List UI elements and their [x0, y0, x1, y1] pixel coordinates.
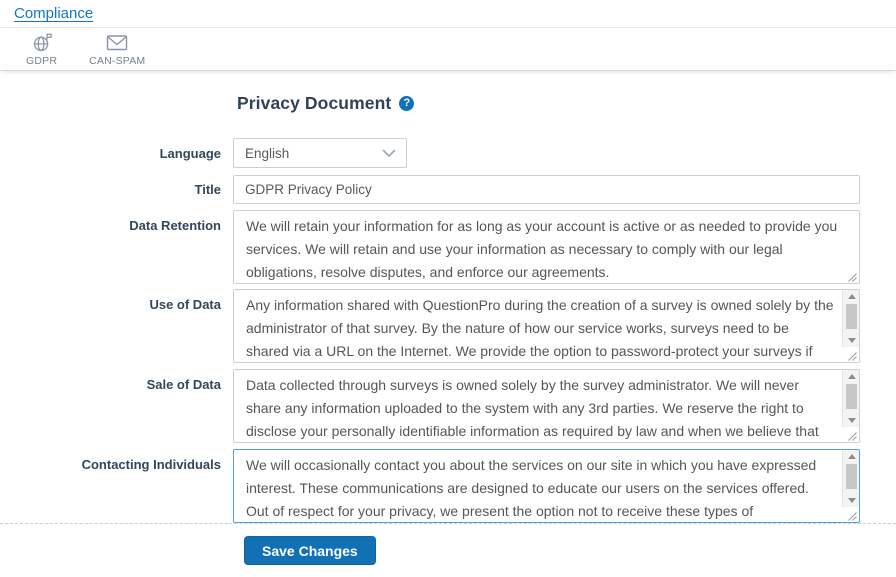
sale-of-data-textarea[interactable]: Data collected through surveys is owned …	[233, 369, 860, 443]
privacy-document-panel: Privacy Document ? Language English Titl…	[0, 92, 896, 565]
scroll-up-arrow-icon[interactable]	[843, 290, 860, 303]
breadcrumb-compliance-link[interactable]: Compliance	[14, 5, 93, 22]
compliance-toolbar: GDPR CAN-SPAM	[0, 28, 896, 71]
resize-handle-icon[interactable]	[846, 349, 858, 361]
scrollbar[interactable]	[842, 450, 859, 507]
data-retention-textarea[interactable]: We will retain your information for as l…	[233, 210, 860, 284]
sale-of-data-label: Sale of Data	[0, 369, 233, 443]
chevron-down-icon	[382, 149, 396, 158]
scrollbar-thumb[interactable]	[846, 464, 857, 489]
contacting-individuals-textarea[interactable]: We will occasionally contact you about t…	[233, 449, 860, 523]
scrollbar[interactable]	[842, 370, 859, 427]
resize-handle-icon[interactable]	[846, 509, 858, 521]
scroll-down-arrow-icon[interactable]	[843, 414, 860, 427]
use-of-data-text: Any information shared with QuestionPro …	[234, 290, 859, 362]
tab-gdpr-label: GDPR	[26, 55, 57, 67]
breadcrumb: Compliance	[0, 0, 896, 28]
scroll-down-arrow-icon[interactable]	[843, 334, 860, 347]
gdpr-icon	[31, 32, 53, 53]
scrollbar[interactable]	[842, 290, 859, 347]
resize-handle-icon[interactable]	[846, 429, 858, 441]
scroll-down-arrow-icon[interactable]	[843, 494, 860, 507]
scrollbar-thumb[interactable]	[846, 384, 857, 409]
scroll-up-arrow-icon[interactable]	[843, 450, 860, 463]
data-retention-text: We will retain your information for as l…	[234, 211, 859, 283]
language-select[interactable]: English	[233, 138, 407, 168]
resize-handle-icon[interactable]	[846, 270, 858, 282]
use-of-data-textarea[interactable]: Any information shared with QuestionPro …	[233, 289, 860, 363]
language-label: Language	[0, 146, 233, 161]
privacy-form: Language English Title Data Retention	[0, 138, 896, 523]
use-of-data-label: Use of Data	[0, 289, 233, 363]
title-label: Title	[0, 182, 233, 197]
page-title: Privacy Document	[237, 93, 391, 114]
scroll-up-arrow-icon[interactable]	[843, 370, 860, 383]
contacting-individuals-label: Contacting Individuals	[0, 449, 233, 523]
tab-gdpr[interactable]: GDPR	[24, 30, 59, 68]
data-retention-label: Data Retention	[0, 210, 233, 284]
save-changes-button[interactable]: Save Changes	[244, 536, 376, 565]
sale-of-data-text: Data collected through surveys is owned …	[234, 370, 859, 442]
tab-canspam-label: CAN-SPAM	[89, 55, 145, 67]
scrollbar-thumb[interactable]	[846, 304, 857, 329]
language-selected-value: English	[245, 146, 289, 161]
contacting-individuals-text: We will occasionally contact you about t…	[234, 450, 859, 522]
help-icon[interactable]: ?	[399, 96, 414, 111]
title-input[interactable]	[233, 175, 860, 204]
dashed-divider	[0, 523, 896, 524]
tab-canspam[interactable]: CAN-SPAM	[87, 30, 147, 68]
canspam-icon	[105, 32, 129, 53]
